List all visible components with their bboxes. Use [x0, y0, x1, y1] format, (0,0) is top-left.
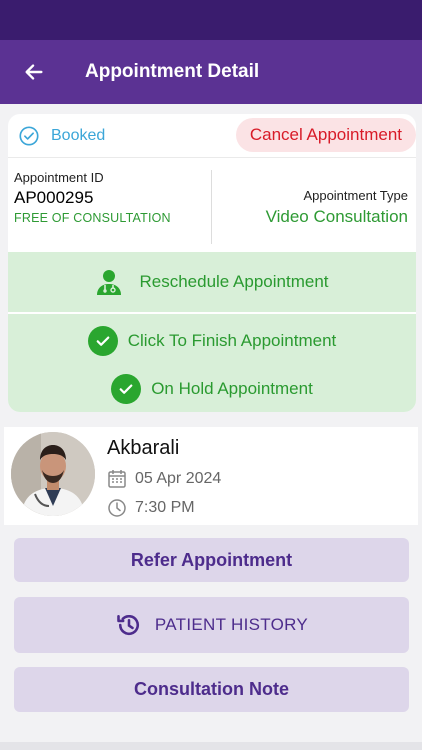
history-icon — [117, 614, 139, 636]
check-circle-icon — [19, 125, 39, 146]
finish-appointment-button[interactable]: Click To Finish Appointment — [8, 326, 416, 356]
appointment-id-label: Appointment ID — [14, 170, 104, 185]
status-bar — [0, 0, 422, 40]
arrow-left-icon — [25, 64, 43, 80]
appointment-type-label: Appointment Type — [303, 188, 408, 203]
status-badge: Booked — [18, 125, 105, 147]
action-panel: Reschedule Appointment Click To Finish A… — [8, 252, 416, 412]
appointment-id-block: Appointment ID AP000295 FREE OF CONSULTA… — [14, 170, 171, 225]
appointment-card: Booked Cancel Appointment Appointment ID… — [8, 114, 416, 412]
reschedule-appointment-button[interactable]: Reschedule Appointment — [8, 252, 416, 314]
refer-appointment-button[interactable]: Refer Appointment — [14, 538, 409, 582]
finish-label: Click To Finish Appointment — [127, 331, 337, 350]
consultation-note-button[interactable]: Consultation Note — [14, 667, 409, 712]
patient-history-button[interactable]: PATIENT HISTORY — [14, 597, 409, 653]
reschedule-label: Reschedule Appointment — [139, 272, 329, 291]
avatar — [11, 432, 95, 516]
hold-appointment-button[interactable]: On Hold Appointment — [8, 374, 416, 404]
appointment-time-value: 7:30 PM — [135, 499, 195, 516]
cancel-appointment-button[interactable]: Cancel Appointment — [235, 118, 416, 152]
doctor-card: Akbarali 05 Apr 2024 7:30 PM — [4, 427, 418, 525]
back-button[interactable] — [14, 52, 54, 92]
status-row: Booked Cancel Appointment — [8, 114, 416, 158]
bottom-card-edge — [0, 742, 422, 750]
page-title: Appointment Detail — [85, 61, 260, 82]
fee-note: FREE OF CONSULTATION — [14, 211, 171, 225]
app-bar: Appointment Detail — [0, 40, 422, 104]
check-icon — [111, 374, 142, 404]
info-divider — [211, 170, 212, 244]
doctor-icon — [97, 270, 122, 295]
status-label: Booked — [51, 126, 106, 144]
clock-icon — [108, 499, 126, 517]
hold-label: On Hold Appointment — [151, 379, 313, 398]
appointment-type-block: Appointment Type Video Consultation — [266, 188, 408, 227]
calendar-icon — [108, 470, 126, 488]
patient-history-label: PATIENT HISTORY — [154, 615, 309, 634]
appointment-date: 05 Apr 2024 — [107, 469, 221, 489]
appointment-date-value: 05 Apr 2024 — [135, 470, 222, 487]
doctor-name: Akbarali — [107, 437, 180, 459]
appointment-id-value: AP000295 — [14, 188, 94, 207]
appointment-type-value: Video Consultation — [265, 207, 408, 226]
appointment-info: Appointment ID AP000295 FREE OF CONSULTA… — [8, 158, 416, 252]
appointment-time: 7:30 PM — [107, 498, 195, 518]
check-icon — [87, 326, 118, 356]
